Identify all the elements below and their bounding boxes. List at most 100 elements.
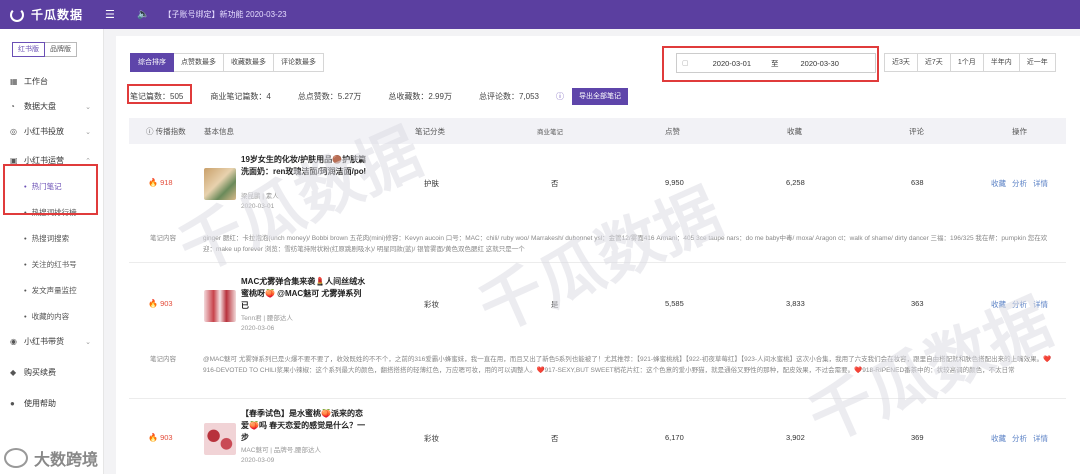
- tab-most-likes[interactable]: 点赞数最多: [174, 53, 224, 72]
- collect-link[interactable]: 收藏: [991, 300, 1006, 309]
- grid-icon: ▦: [10, 77, 18, 86]
- header-basic-info: 基本信息: [204, 126, 234, 136]
- sidebar: 红书版 品牌版 ▦ 工作台 ◔ 数据大盘 ⌄ ◎ 小红书投放 ⌄ ▣ 小红书运营…: [0, 29, 104, 474]
- detail-link[interactable]: 详情: [1033, 179, 1048, 188]
- main-panel: 综合排序 点赞数最多 收藏数最多 评论数最多 ▢ 2020-03-01 至 20…: [116, 36, 1080, 474]
- corner-brand-text: 大数跨境: [34, 452, 99, 469]
- quick-range-buttons: 近3天 近7天 1个月 半年内 近一年: [884, 53, 1056, 72]
- chevron-down-icon: ⌄: [85, 128, 91, 136]
- range-7-days[interactable]: 近7天: [917, 53, 951, 72]
- wechat-icon: [4, 448, 28, 468]
- sidebar-sub-label: 发文声量监控: [31, 285, 77, 295]
- fire-icon: 🔥: [148, 178, 158, 187]
- table-row[interactable]: 🔥 903 【春季试色】是水蜜桃🍑派来的恋爱🍑吗 春天恋爱的感觉是什么？一步 M…: [129, 405, 1066, 474]
- range-1-year[interactable]: 近一年: [1019, 53, 1056, 72]
- sidebar-sub-label: 热搜词搜索: [31, 233, 70, 243]
- export-all-button[interactable]: 导出全部笔记: [572, 87, 628, 105]
- range-1-month[interactable]: 1个月: [950, 53, 984, 72]
- sidebar-item-label: 小红书投放: [24, 127, 64, 136]
- tab-most-comments[interactable]: 评论数最多: [274, 53, 324, 72]
- note-thumbnail[interactable]: [204, 168, 236, 200]
- spread-index: 🔥 918: [148, 178, 173, 187]
- sidebar-item-label: 数据大盘: [24, 102, 56, 111]
- question-icon[interactable]: ⓘ: [556, 91, 564, 102]
- analyze-link[interactable]: 分析: [1012, 300, 1027, 309]
- note-title[interactable]: MAC尤雾弹合集来袭💄人间丝绒水蜜桃呀🍑 @MAC魅可 尤雾弹系列已: [241, 276, 369, 312]
- note-thumbnail[interactable]: [204, 290, 236, 322]
- tab-overall[interactable]: 综合排序: [130, 53, 174, 72]
- collect-link[interactable]: 收藏: [991, 434, 1006, 443]
- cart-icon: ◉: [10, 337, 17, 346]
- row-actions: 收藏 分析 详情: [991, 299, 1054, 310]
- sort-tabs: 综合排序 点赞数最多 收藏数最多 评论数最多: [130, 53, 324, 72]
- menu-icon[interactable]: ☰: [105, 8, 115, 21]
- bullet-icon: •: [24, 259, 27, 269]
- spread-index-value: 903: [160, 433, 173, 442]
- note-commercial: 否: [551, 434, 559, 443]
- sidebar-sub-hot-words-search[interactable]: • 热搜词搜索: [0, 225, 103, 251]
- table-row[interactable]: 🔥 918 19岁女生的化妆/护肤用品🟤护肤篇 洗面奶：ren玫瑰洁面/珂润洁面…: [129, 151, 1066, 226]
- spread-index-value: 918: [160, 178, 173, 187]
- table-row[interactable]: 🔥 903 MAC尤雾弹合集来袭💄人间丝绒水蜜桃呀🍑 @MAC魅可 尤雾弹系列已…: [129, 272, 1066, 347]
- note-comments: 363: [911, 299, 924, 308]
- analyze-link[interactable]: 分析: [1012, 179, 1027, 188]
- note-title[interactable]: 19岁女生的化妆/护肤用品🟤护肤篇 洗面奶：ren玫瑰洁面/珂润洁面/pol: [241, 154, 369, 178]
- detail-link[interactable]: 详情: [1033, 300, 1048, 309]
- sidebar-item-label: 小红书带货: [24, 337, 64, 346]
- corner-brand: 大数跨境: [4, 446, 98, 470]
- header-commercial: 商业笔记: [537, 129, 563, 136]
- note-likes: 9,950: [665, 178, 684, 187]
- switch-red-book[interactable]: 红书版: [12, 42, 45, 57]
- note-category: 护肤: [424, 179, 439, 188]
- note-author[interactable]: 梁昆鹏 | 素人: [241, 192, 279, 201]
- question-icon: ⓘ: [146, 126, 154, 136]
- highlight-box-operations: [3, 164, 98, 215]
- fire-icon: 🔥: [148, 433, 158, 442]
- sidebar-item-workbench[interactable]: ▦ 工作台: [0, 69, 103, 94]
- note-content-row: 笔记内容 @MAC魅可 尤雾弹系列已是火爆不要不要了，收效既姓的不不个，之前的3…: [129, 354, 1066, 389]
- content-label: 笔记内容: [150, 235, 176, 242]
- stat-likes: 总点赞数：5.27万: [297, 91, 362, 101]
- stat-comments: 总评论数：7,053: [478, 91, 539, 101]
- brand-logo[interactable]: 千瓜数据: [10, 6, 105, 23]
- note-collects: 3,902: [786, 433, 805, 442]
- note-category: 彩妆: [424, 434, 439, 443]
- bullet-icon: •: [24, 233, 27, 243]
- row-divider: [129, 398, 1066, 399]
- note-date: 2020-03-06: [241, 325, 275, 332]
- notice-text[interactable]: 【子账号绑定】新功能 2020-03-23: [163, 9, 286, 20]
- sidebar-item-help[interactable]: ● 使用帮助: [0, 391, 103, 416]
- tab-most-collects[interactable]: 收藏数最多: [224, 53, 274, 72]
- detail-link[interactable]: 详情: [1033, 434, 1048, 443]
- range-3-days[interactable]: 近3天: [884, 53, 918, 72]
- row-divider: [129, 262, 1066, 263]
- analyze-link[interactable]: 分析: [1012, 434, 1027, 443]
- note-thumbnail[interactable]: [204, 423, 236, 455]
- sidebar-sub-volume-monitor[interactable]: • 发文声量监控: [0, 277, 103, 303]
- spread-index: 🔥 903: [148, 299, 173, 308]
- sidebar-item-ecommerce[interactable]: ◉ 小红书带货 ⌄: [0, 329, 103, 354]
- collect-link[interactable]: 收藏: [991, 179, 1006, 188]
- sidebar-item-placement[interactable]: ◎ 小红书投放 ⌄: [0, 119, 103, 144]
- content-label: 笔记内容: [150, 356, 176, 363]
- sidebar-item-dashboard[interactable]: ◔ 数据大盘 ⌄: [0, 94, 103, 119]
- content-text: ginger 腮红：卡拉泡泡(unch money)/ Bobbi brown …: [203, 235, 1048, 253]
- sidebar-item-label: 工作台: [24, 77, 48, 86]
- content-text: @MAC魅可 尤雾弹系列已是火爆不要不要了，收效既姓的不不个，之前的316爱霸小…: [203, 356, 1052, 374]
- sidebar-item-purchase[interactable]: ◆ 购买续费: [0, 360, 103, 385]
- note-category: 彩妆: [424, 300, 439, 309]
- sidebar-sub-favorites[interactable]: • 收藏的内容: [0, 303, 103, 329]
- note-collects: 6,258: [786, 178, 805, 187]
- note-date: 2020-03-01: [241, 203, 275, 210]
- range-half-year[interactable]: 半年内: [983, 53, 1020, 72]
- header-collects: 收藏: [787, 126, 802, 136]
- switch-brand[interactable]: 品牌版: [45, 42, 77, 57]
- sidebar-sub-followed-accounts[interactable]: • 关注的红书号: [0, 251, 103, 277]
- note-author[interactable]: Tenn君 | 腰部达人: [241, 314, 293, 323]
- note-title[interactable]: 【春季试色】是水蜜桃🍑派来的恋爱🍑吗 春天恋爱的感觉是什么？一步: [241, 408, 369, 444]
- note-comments: 369: [911, 433, 924, 442]
- spread-index-value: 903: [160, 299, 173, 308]
- header-actions: 操作: [1012, 126, 1027, 136]
- note-author[interactable]: MAC魅可 | 品牌号,腰部达人: [241, 446, 321, 455]
- table-header: ⓘ 传播指数 基本信息 笔记分类 商业笔记 点赞 收藏 评论 操作: [129, 118, 1066, 144]
